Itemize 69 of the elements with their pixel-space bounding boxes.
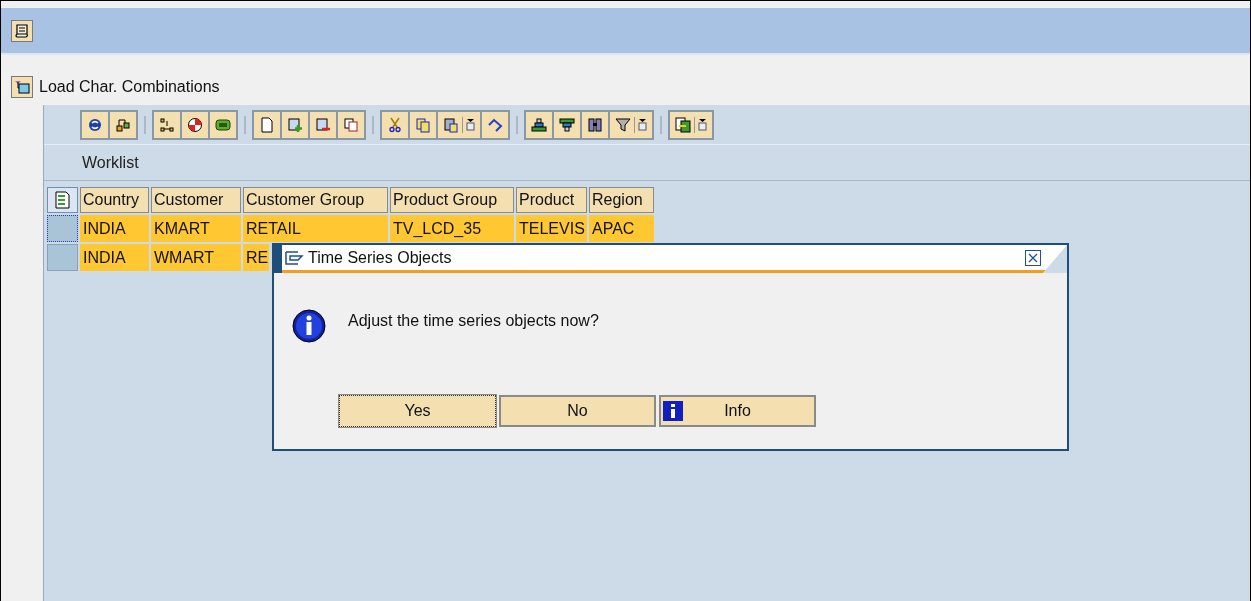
layout-button[interactable] bbox=[47, 187, 78, 213]
table-cell: WMART bbox=[151, 244, 241, 271]
document-button[interactable] bbox=[254, 111, 280, 138]
filter-icon bbox=[615, 116, 631, 133]
dialog-message: Adjust the time series objects now? bbox=[348, 311, 599, 331]
sort-descending-icon bbox=[559, 116, 575, 133]
table-cell: KMART bbox=[151, 215, 241, 242]
screen-title: Load Char. Combinations bbox=[39, 77, 220, 97]
copy-icon bbox=[343, 116, 359, 133]
scissors-icon bbox=[387, 116, 403, 133]
dialog-title: Time Series Objects bbox=[308, 247, 453, 268]
sort-ascending-button[interactable] bbox=[526, 111, 552, 138]
delete-row-button[interactable] bbox=[310, 111, 336, 138]
table-cell: RETAIL bbox=[243, 215, 388, 242]
job-button[interactable] bbox=[210, 111, 236, 138]
dropdown-menu-icon bbox=[466, 118, 475, 131]
column-header: Product Group bbox=[390, 187, 514, 213]
export-icon bbox=[675, 116, 691, 133]
nodes-button[interactable] bbox=[154, 111, 180, 138]
paste-icon bbox=[443, 116, 459, 133]
column-header: Country bbox=[80, 187, 149, 213]
scissors-button[interactable] bbox=[382, 111, 408, 138]
system-menu-button[interactable] bbox=[11, 19, 33, 42]
binoculars-icon bbox=[587, 116, 603, 133]
filter-button[interactable] bbox=[610, 111, 652, 138]
copy-button[interactable] bbox=[338, 111, 364, 138]
table-cell: TV_LCD_35 bbox=[390, 215, 514, 242]
hierarchy-button[interactable] bbox=[110, 111, 136, 138]
table-cell: INDIA bbox=[80, 215, 149, 242]
sort-ascending-icon bbox=[531, 116, 547, 133]
dialog-button[interactable]: Yes bbox=[339, 395, 496, 427]
dialog-button[interactable]: No bbox=[499, 395, 656, 427]
sort-descending-button[interactable] bbox=[554, 111, 580, 138]
paste-button[interactable] bbox=[438, 111, 480, 138]
refresh-icon bbox=[87, 116, 103, 133]
column-header: Customer bbox=[151, 187, 241, 213]
tree-toggle-button[interactable] bbox=[11, 76, 33, 98]
close-button[interactable] bbox=[1025, 249, 1041, 266]
table-layout-icon bbox=[54, 191, 71, 209]
row-selector[interactable] bbox=[47, 215, 78, 242]
close-icon bbox=[1028, 252, 1038, 263]
column-header: Product bbox=[516, 187, 587, 213]
nodes-icon bbox=[159, 116, 175, 133]
hierarchy-icon bbox=[115, 116, 131, 133]
info-icon bbox=[292, 309, 326, 343]
insert-row-button[interactable] bbox=[282, 111, 308, 138]
binoculars-button[interactable] bbox=[582, 111, 608, 138]
column-header: Customer Group bbox=[243, 187, 388, 213]
dropdown-menu-icon bbox=[698, 118, 707, 131]
info-button[interactable]: Info bbox=[659, 395, 816, 427]
window-icon bbox=[284, 249, 304, 266]
lifebuoy-button[interactable] bbox=[182, 111, 208, 138]
table-cell: INDIA bbox=[80, 244, 149, 271]
table-cell: TELEVIS bbox=[516, 215, 587, 242]
export-button[interactable] bbox=[670, 111, 712, 138]
delete-row-icon bbox=[315, 116, 331, 133]
undo-button[interactable] bbox=[482, 111, 508, 138]
column-header: Region bbox=[589, 187, 654, 213]
dropdown-menu-icon bbox=[638, 118, 647, 131]
document-icon bbox=[259, 116, 275, 133]
refresh-button[interactable] bbox=[82, 111, 108, 138]
lifebuoy-icon bbox=[187, 116, 203, 133]
insert-row-icon bbox=[287, 116, 303, 133]
copy-pages-icon bbox=[415, 116, 431, 133]
worklist-title: Worklist bbox=[82, 152, 139, 173]
info-icon bbox=[663, 401, 683, 421]
job-icon bbox=[215, 116, 231, 133]
table-cell: APAC bbox=[589, 215, 654, 242]
table-cell: RE bbox=[243, 244, 269, 271]
